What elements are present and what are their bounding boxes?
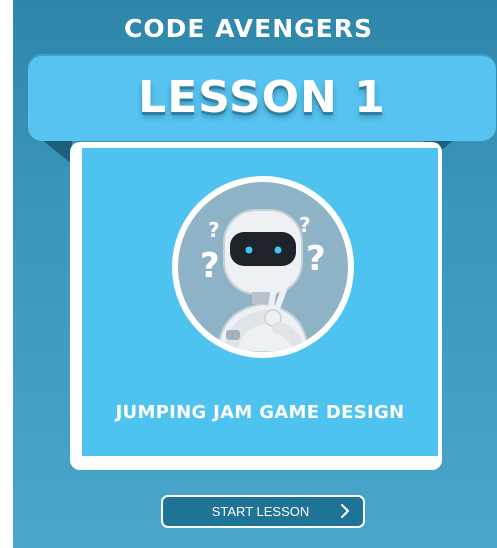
confused-robot-icon: ? ? ? ? bbox=[178, 182, 348, 352]
svg-text:?: ? bbox=[208, 218, 220, 242]
svg-text:?: ? bbox=[200, 246, 220, 286]
chevron-right-icon bbox=[341, 504, 349, 518]
svg-text:?: ? bbox=[306, 239, 326, 279]
robot-illustration: ? ? ? ? bbox=[200, 209, 326, 352]
lesson-ribbon: LESSON 1 bbox=[28, 54, 496, 141]
start-lesson-button[interactable]: START LESSON bbox=[161, 495, 365, 528]
lesson-avatar: ? ? ? ? bbox=[172, 176, 354, 358]
ribbon-fold-left bbox=[42, 140, 72, 164]
lesson-number: LESSON 1 bbox=[138, 72, 386, 123]
start-lesson-label: START LESSON bbox=[211, 504, 310, 519]
brand-title: CODE AVENGERS bbox=[124, 14, 373, 43]
lesson-name: JUMPING JAM GAME DESIGN bbox=[115, 402, 405, 423]
